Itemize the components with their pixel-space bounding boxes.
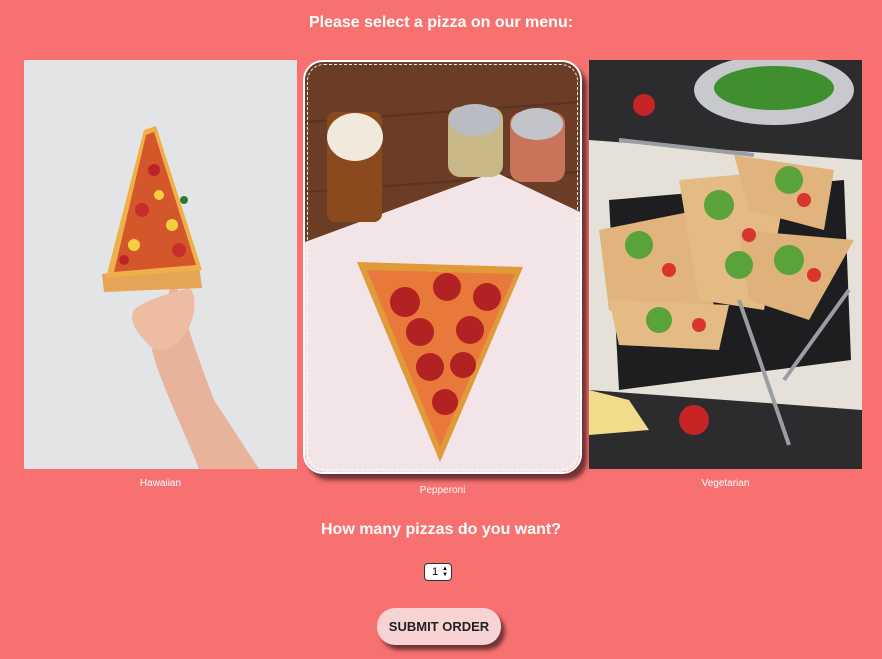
stepper-arrows-icon: ▲ ▼	[442, 566, 448, 578]
pizza-order-page: Please select a pizza on our menu: Hawai…	[0, 0, 882, 659]
quantity-question: How many pizzas do you want?	[320, 521, 562, 538]
pepperoni-pizza-image	[305, 62, 580, 472]
quantity-select[interactable]: 1 ▲ ▼	[424, 563, 452, 581]
pizza-option-pepperoni[interactable]	[303, 60, 582, 474]
pizza-caption-vegetarian: Vegetarian	[701, 478, 750, 489]
pizza-caption-pepperoni: Pepperoni	[419, 485, 466, 496]
pizza-option-hawaiian[interactable]	[24, 60, 297, 469]
vegetarian-pizza-image	[589, 60, 862, 469]
submit-order-button[interactable]: SUBMIT ORDER	[377, 608, 501, 645]
pizza-caption-hawaiian: Hawaiian	[139, 478, 182, 489]
page-title: Please select a pizza on our menu:	[308, 14, 574, 31]
hawaiian-pizza-image	[24, 60, 297, 469]
quantity-value: 1	[432, 566, 439, 578]
pizza-option-vegetarian[interactable]	[589, 60, 862, 469]
